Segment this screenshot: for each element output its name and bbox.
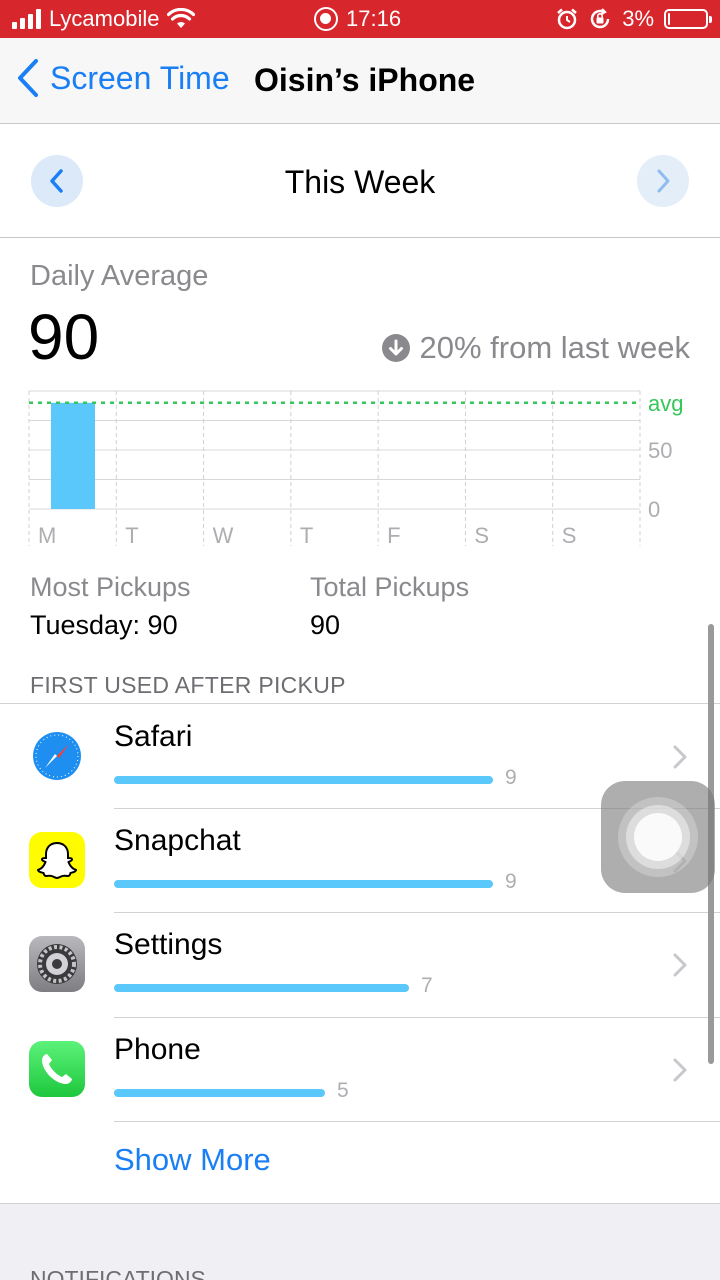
back-button[interactable]: Screen Time — [16, 58, 230, 98]
app-name: Settings — [114, 928, 223, 961]
app-name: Snapchat — [114, 823, 241, 857]
battery-icon — [664, 9, 712, 29]
total-pickups-label: Total Pickups — [310, 572, 470, 602]
arrow-down-circle-icon — [381, 334, 410, 362]
usage-count: 9 — [505, 869, 517, 893]
x-tick-label: F — [387, 523, 400, 548]
safari-icon — [29, 728, 85, 784]
alarm-icon — [557, 8, 578, 30]
usage-bar — [114, 984, 409, 992]
most-pickups-value: Tuesday: 90 — [30, 610, 178, 640]
rotation-lock-icon — [590, 8, 610, 29]
average-label: avg — [648, 391, 683, 416]
x-tick-label: T — [300, 523, 313, 548]
divider — [114, 1121, 720, 1122]
week-label: This Week — [284, 164, 436, 200]
usage-bar — [114, 1088, 325, 1097]
change-indicator: 20% from last week — [381, 330, 691, 366]
most-pickups-label: Most Pickups — [30, 572, 191, 602]
x-tick-label: T — [125, 523, 138, 548]
week-selector: This Week — [0, 124, 720, 238]
y-tick-label: 0 — [648, 497, 660, 522]
usage-count: 7 — [421, 974, 433, 997]
battery-percent: 3% — [622, 6, 654, 31]
usage-bar — [114, 776, 493, 784]
next-week-button[interactable] — [637, 155, 689, 207]
usage-count: 9 — [505, 766, 517, 789]
assistive-touch-button[interactable] — [601, 781, 715, 893]
bar-0 — [51, 402, 95, 509]
first-used-header: FIRST USED AFTER PICKUP — [30, 672, 346, 698]
y-tick-label: 50 — [648, 438, 672, 463]
signal-icon — [12, 9, 41, 29]
phone-icon — [29, 1040, 85, 1097]
usage-count: 5 — [337, 1078, 349, 1102]
status-bar: Lycamobile 17:16 3% — [0, 0, 720, 38]
change-text: 20% from last week — [419, 330, 691, 365]
settings-icon — [29, 936, 85, 992]
chevron-right-icon — [673, 1058, 687, 1081]
chevron-right-icon — [673, 953, 687, 977]
screen-record-icon — [314, 7, 338, 31]
status-time: 17:16 — [346, 6, 402, 31]
pickups-chart: avg 50 0 M T W T F S S — [28, 390, 683, 548]
usage-bar — [114, 879, 493, 888]
list-item-phone[interactable]: Phone 5 — [0, 1016, 720, 1122]
app-name: Safari — [114, 720, 193, 753]
x-tick-label: S — [474, 523, 489, 548]
show-more-button[interactable]: Show More — [114, 1142, 271, 1178]
daily-average-value: 90 — [28, 301, 100, 373]
notifications-header: NOTIFICATIONS — [30, 1266, 206, 1280]
chevron-right-icon — [657, 169, 670, 193]
back-button-label: Screen Time — [50, 59, 230, 96]
app-name: Phone — [114, 1032, 201, 1066]
x-tick-label: M — [38, 523, 56, 548]
chevron-left-icon — [18, 59, 38, 97]
pickups-panel: Daily Average 90 20% from last week avg 5… — [0, 238, 720, 1204]
wifi-icon — [167, 8, 196, 28]
chevron-right-icon — [673, 745, 687, 769]
snapchat-icon — [29, 831, 85, 888]
navigation-bar: Screen Time Oisin’s iPhone — [0, 38, 720, 124]
first-used-list: Safari 9 Snapchat 9 Settings 7 Phone 5 — [0, 703, 720, 1121]
total-pickups-value: 90 — [310, 610, 341, 640]
page-title: Oisin’s iPhone — [254, 62, 476, 98]
list-item-settings[interactable]: Settings 7 — [0, 912, 720, 1017]
carrier-name: Lycamobile — [49, 6, 160, 31]
x-tick-label: S — [562, 523, 577, 548]
daily-average-label: Daily Average — [30, 260, 209, 292]
x-tick-label: W — [213, 523, 234, 548]
